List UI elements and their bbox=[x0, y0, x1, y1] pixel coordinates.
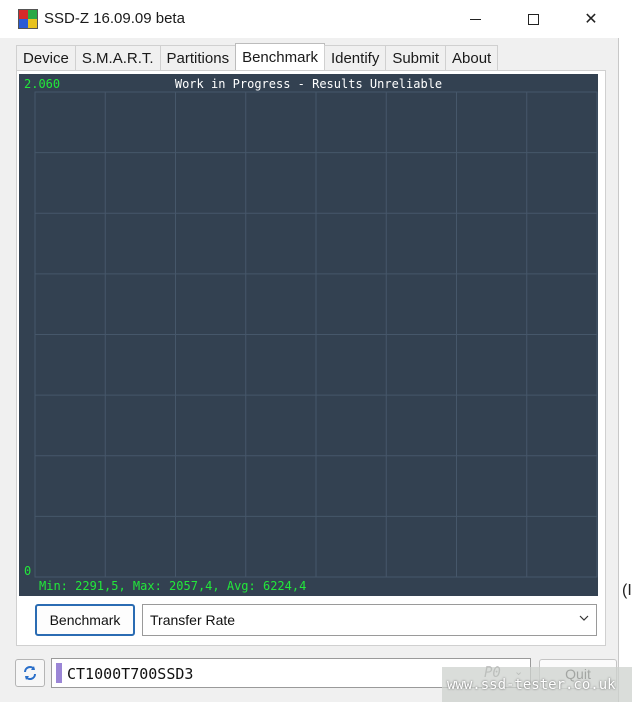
y-axis-max-label: 2.060 bbox=[24, 77, 61, 91]
tab-partitions[interactable]: Partitions bbox=[159, 45, 237, 71]
watermark-text: www.ssd-tester.co.uk bbox=[447, 677, 616, 693]
app-window: SSD-Z 16.09.09 beta ✕ Device S.M.A.R.T. … bbox=[0, 0, 619, 702]
tab-smart[interactable]: S.M.A.R.T. bbox=[74, 45, 161, 71]
chart-stats: Min: 2291,5, Max: 2057,4, Avg: 6224,4 bbox=[39, 579, 307, 593]
chart-grid bbox=[34, 91, 598, 578]
tab-benchmark[interactable]: Benchmark bbox=[235, 43, 325, 71]
refresh-button[interactable] bbox=[15, 659, 45, 687]
benchmark-mode-value: Transfer Rate bbox=[150, 612, 236, 628]
minimize-button[interactable] bbox=[446, 0, 504, 38]
close-icon: ✕ bbox=[584, 11, 598, 28]
tab-about[interactable]: About bbox=[445, 45, 499, 71]
tab-identify[interactable]: Identify bbox=[323, 45, 387, 71]
maximize-icon bbox=[527, 13, 539, 25]
chevron-down-icon bbox=[578, 612, 590, 627]
watermark: www.ssd-tester.co.uk bbox=[442, 667, 632, 702]
maximize-button[interactable] bbox=[504, 0, 562, 38]
background-window-text: (I bbox=[622, 582, 632, 599]
window-title: SSD-Z 16.09.09 beta bbox=[44, 10, 185, 27]
minimize-icon bbox=[469, 18, 481, 20]
tab-submit[interactable]: Submit bbox=[385, 45, 447, 71]
close-button[interactable]: ✕ bbox=[562, 0, 620, 38]
benchmark-chart: Work in Progress - Results Unreliable 2.… bbox=[19, 74, 598, 596]
app-logo-icon bbox=[18, 9, 38, 29]
tab-bar: Device S.M.A.R.T. Partitions Benchmark I… bbox=[16, 43, 499, 71]
drive-name: CT1000T700SSD3 bbox=[67, 665, 194, 683]
benchmark-button[interactable]: Benchmark bbox=[35, 604, 135, 636]
benchmark-mode-select[interactable]: Transfer Rate bbox=[142, 604, 597, 636]
tab-device[interactable]: Device bbox=[16, 45, 76, 71]
drive-marker bbox=[56, 663, 62, 683]
y-axis-min-label: 0 bbox=[24, 564, 32, 578]
refresh-icon bbox=[24, 666, 36, 680]
title-bar[interactable]: SSD-Z 16.09.09 beta ✕ bbox=[0, 0, 619, 38]
chart-title: Work in Progress - Results Unreliable bbox=[174, 77, 443, 91]
